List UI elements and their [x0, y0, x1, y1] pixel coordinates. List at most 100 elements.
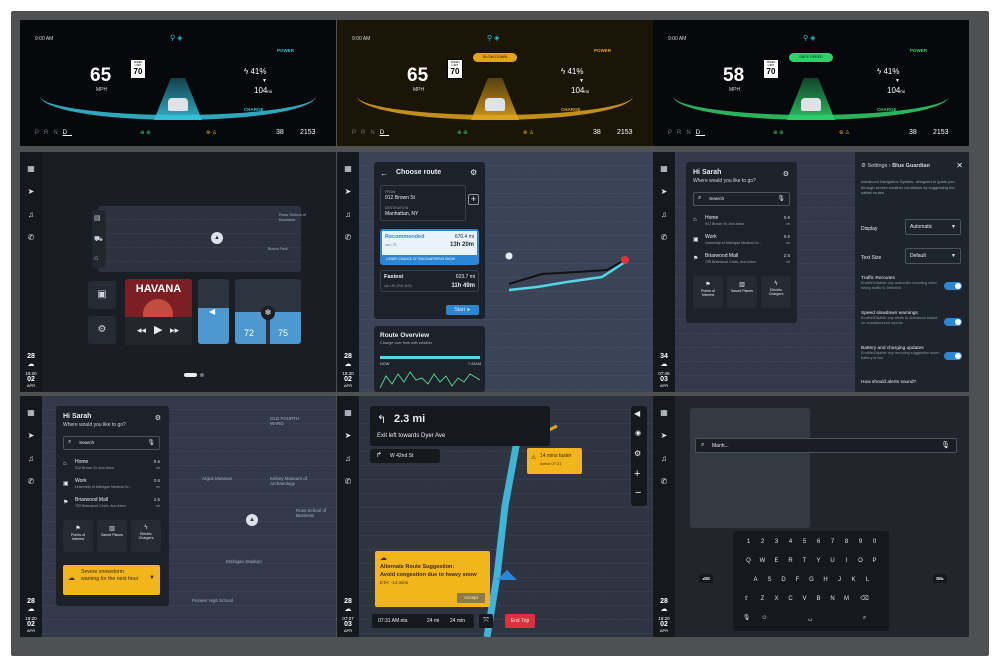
gear-1[interactable]: R: [361, 130, 370, 136]
key[interactable]: W: [755, 555, 770, 568]
microphone-icon[interactable]: 🎙: [739, 612, 754, 625]
saved-place[interactable]: ▣ Work University of Michigan Medical Sc..…: [693, 233, 790, 249]
music-icon[interactable]: ♫: [659, 210, 669, 220]
battery-toggle[interactable]: [944, 352, 962, 360]
navigation-icon[interactable]: ➤: [343, 431, 353, 441]
category-tile[interactable]: ▥ Saved Places: [97, 520, 127, 552]
key[interactable]: K: [846, 574, 861, 587]
weather-warning[interactable]: ☁ Severe snowstorm warning for the next h…: [63, 565, 160, 595]
recommended-route[interactable]: Recommended 670.4 mi via I-75 13h 20m LO…: [380, 229, 479, 265]
category-tile[interactable]: ϟ Electric Chargers: [131, 520, 161, 552]
key[interactable]: H: [818, 574, 833, 587]
key[interactable]: A: [748, 574, 763, 587]
key[interactable]: M: [839, 593, 854, 606]
start-button[interactable]: Start ➤: [446, 305, 479, 315]
search-key-icon[interactable]: ⌕: [857, 612, 872, 625]
key[interactable]: C: [783, 593, 798, 606]
category-tile[interactable]: ϟ Electric Chargers: [761, 276, 791, 308]
gear-0[interactable]: P: [668, 130, 677, 136]
apps-grid-icon[interactable]: ▦: [343, 408, 353, 418]
gear-3[interactable]: D: [380, 130, 389, 136]
search-field[interactable]: ⌕ Search 🎙: [693, 192, 790, 206]
category-tile[interactable]: ⚑ Points of Interest: [63, 520, 93, 552]
key[interactable]: 0: [867, 536, 882, 549]
speed-toggle[interactable]: [944, 318, 962, 326]
category-tile[interactable]: ⚑ Points of Interest: [693, 276, 723, 308]
key[interactable]: 3: [769, 536, 784, 549]
quick-tile[interactable]: ⚙: [88, 316, 116, 344]
zoom-in-icon[interactable]: +: [634, 468, 640, 480]
navigation-icon[interactable]: ➤: [659, 187, 669, 197]
key[interactable]: N: [825, 593, 840, 606]
saved-place[interactable]: ▣ Work University of Michigan Medical Sc..…: [63, 477, 160, 493]
key[interactable]: 7: [825, 536, 840, 549]
keyboard-hide-left[interactable]: ◂⌨: [699, 574, 713, 583]
key[interactable]: F: [790, 574, 805, 587]
apps-grid-icon[interactable]: ▦: [659, 164, 669, 174]
note-icon[interactable]: ▤: [94, 214, 101, 222]
quick-tile[interactable]: ▣: [88, 281, 116, 309]
keyboard-hide-right[interactable]: ⌨▸: [933, 574, 947, 583]
breadcrumb-root[interactable]: Settings: [867, 163, 887, 169]
music-icon[interactable]: ♫: [26, 454, 36, 464]
key[interactable]: T: [797, 555, 812, 568]
key[interactable]: 1: [741, 536, 756, 549]
apps-grid-icon[interactable]: ▦: [26, 164, 36, 174]
display-select[interactable]: Automatic ▼: [905, 219, 961, 235]
gear-3[interactable]: D: [696, 130, 705, 136]
gear-0[interactable]: P: [352, 130, 361, 136]
key[interactable]: D: [776, 574, 791, 587]
phone-icon[interactable]: ✆: [343, 477, 353, 487]
key[interactable]: V: [797, 593, 812, 606]
next-icon[interactable]: ▸▸: [170, 325, 179, 336]
page-dot-active[interactable]: [184, 373, 197, 377]
volume-icon[interactable]: ◀: [634, 409, 640, 418]
key[interactable]: 5: [797, 536, 812, 549]
key[interactable]: 4: [783, 536, 798, 549]
key[interactable]: J: [832, 574, 847, 587]
backspace-icon[interactable]: ⌫: [857, 593, 872, 606]
end-trip-button[interactable]: End Trip: [505, 614, 535, 628]
navigation-icon[interactable]: ➤: [26, 187, 36, 197]
phone-icon[interactable]: ✆: [659, 233, 669, 243]
zoom-out-icon[interactable]: −: [635, 487, 641, 499]
emoji-icon[interactable]: ☺: [757, 612, 772, 625]
space-bar[interactable]: ␣: [775, 612, 845, 625]
settings-icon[interactable]: ⚙: [634, 449, 641, 458]
key[interactable]: 6: [811, 536, 826, 549]
key[interactable]: Y: [811, 555, 826, 568]
key[interactable]: R: [783, 555, 798, 568]
apps-grid-icon[interactable]: ▦: [659, 408, 669, 418]
previous-icon[interactable]: ◂◂: [137, 325, 146, 336]
gear-icon[interactable]: ⚙: [470, 168, 477, 177]
apps-grid-icon[interactable]: ▦: [26, 408, 36, 418]
fastest-route[interactable]: Fastest 623.7 mi via I-80 (Toll: $40) 11…: [380, 270, 479, 292]
gear-2[interactable]: N: [53, 130, 62, 136]
key[interactable]: X: [769, 593, 784, 606]
key[interactable]: Z: [755, 593, 770, 606]
add-stop-button[interactable]: +: [468, 194, 479, 205]
key[interactable]: U: [825, 555, 840, 568]
route-options-icon[interactable]: ⤧: [479, 614, 493, 628]
compass-icon[interactable]: ◉: [635, 429, 641, 437]
alert-sound-question[interactable]: How should alerts sound?: [861, 380, 916, 385]
faster-route-callout[interactable]: ⚠ 14 mins faster Arrive 07:21: [527, 448, 582, 474]
gear-0[interactable]: P: [35, 130, 44, 136]
gear-icon[interactable]: ⚙: [155, 414, 161, 422]
phone-icon[interactable]: ✆: [659, 477, 669, 487]
navigation-icon[interactable]: ➤: [659, 431, 669, 441]
key[interactable]: L: [860, 574, 875, 587]
key[interactable]: P: [867, 555, 882, 568]
gear-1[interactable]: R: [677, 130, 686, 136]
shift-icon[interactable]: ⇧: [739, 593, 754, 606]
gear-2[interactable]: N: [686, 130, 695, 136]
search-field[interactable]: ⌕ Search 🎙: [63, 436, 160, 450]
phone-icon[interactable]: ✆: [26, 477, 36, 487]
accept-button[interactable]: Accept: [457, 593, 485, 603]
volume-slider[interactable]: ◀: [198, 279, 229, 344]
play-icon[interactable]: ▶: [154, 323, 162, 336]
reroute-toggle[interactable]: [944, 282, 962, 290]
saved-place[interactable]: ⚑ Briarwood Mall 755 Briarwood Circle, Ann…: [63, 496, 160, 512]
gear-icon[interactable]: ⚙: [783, 170, 789, 178]
key[interactable]: 8: [839, 536, 854, 549]
